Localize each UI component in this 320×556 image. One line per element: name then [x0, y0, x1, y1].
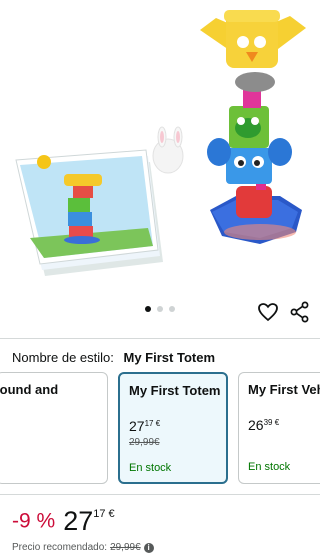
- swatch-price-whole: 27: [129, 418, 145, 434]
- swatch-price: 2639 €: [248, 417, 279, 433]
- totem-toy-illustration: [15, 10, 306, 276]
- swatch-title: My First Totem: [129, 383, 221, 398]
- style-swatch-sound-and[interactable]: Sound and: [0, 372, 108, 484]
- carousel-dot-2[interactable]: [157, 306, 163, 312]
- current-price-whole: 27: [63, 506, 94, 536]
- swatch-price: 2717 €: [129, 418, 160, 434]
- info-icon[interactable]: i: [143, 543, 154, 553]
- product-image[interactable]: [0, 0, 320, 300]
- share-icon: [290, 301, 309, 323]
- rrp-value: 29,99€: [110, 542, 141, 553]
- swatch-title: Sound and: [0, 382, 59, 397]
- puzzle-cards-image: [15, 149, 163, 276]
- swatch-price-cents: 17 €: [144, 419, 161, 428]
- swatch-stock-status: En stock: [248, 461, 291, 473]
- current-price: 2717 €: [63, 506, 114, 536]
- swatch-price-whole: 26: [248, 417, 264, 433]
- swatch-old-price: 29,99€: [129, 437, 160, 448]
- favorite-button[interactable]: [256, 300, 280, 324]
- section-divider: [0, 338, 320, 339]
- price-block: -9 % 2717 €: [12, 506, 115, 536]
- swatch-price-cents: 39 €: [263, 418, 280, 427]
- recommended-price-row: Precio recomendado: 29,99€ i: [12, 542, 154, 553]
- style-selector-header: Nombre de estilo: My First Totem: [12, 348, 215, 368]
- share-button[interactable]: [288, 300, 312, 324]
- swatch-stock-status: En stock: [129, 462, 172, 474]
- selected-style-value: My First Totem: [123, 350, 216, 365]
- section-divider: [0, 494, 320, 495]
- carousel-dot-3[interactable]: [169, 306, 175, 312]
- carousel-dot-1[interactable]: [145, 306, 151, 312]
- style-label: Nombre de estilo:: [12, 350, 114, 365]
- style-swatch-my-first-totem[interactable]: My First Totem 2717 € 29,99€ En stock: [118, 372, 228, 484]
- style-swatch-my-first-vehicle[interactable]: My First Veh 2639 € En stock: [238, 372, 320, 484]
- swatch-title: My First Veh: [248, 382, 320, 397]
- heart-icon: [258, 303, 278, 322]
- totem-tower-image: [200, 10, 306, 244]
- bunny-piece-image: [152, 126, 184, 174]
- current-price-cents: 17 €: [93, 508, 115, 520]
- style-swatch-carousel[interactable]: Sound and My First Totem 2717 € 29,99€ E…: [0, 372, 320, 484]
- discount-percentage: -9 %: [12, 509, 56, 533]
- rrp-label: Precio recomendado:: [12, 542, 108, 553]
